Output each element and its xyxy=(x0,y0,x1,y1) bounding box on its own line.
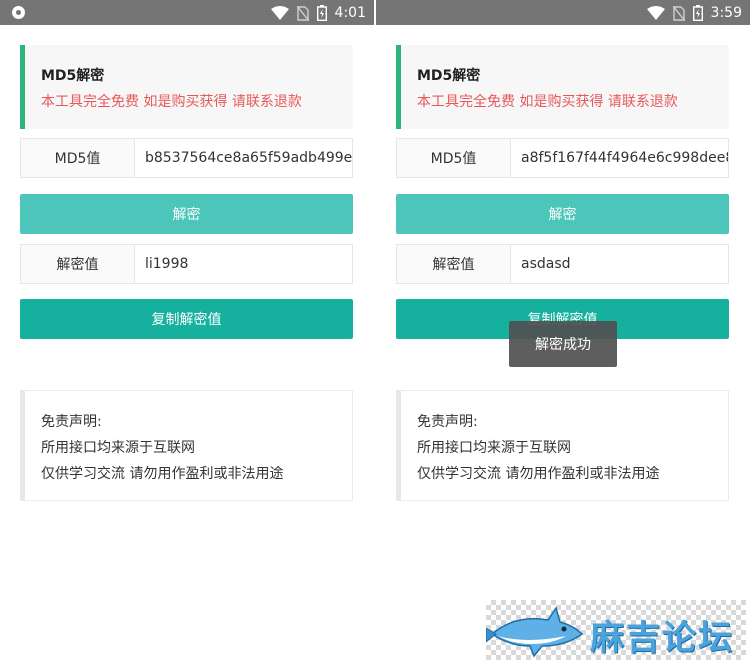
result-input[interactable]: li1998 xyxy=(145,245,352,283)
shark-logo-icon xyxy=(486,606,584,658)
battery-icon xyxy=(316,5,327,21)
status-time: 3:59 xyxy=(710,5,742,21)
result-field[interactable]: 解密值 li1998 xyxy=(20,244,353,284)
wifi-icon xyxy=(270,6,289,20)
status-bar: 4:01 xyxy=(0,0,374,25)
disclaimer-line: 仅供学习交流 请勿用作盈利或非法用途 xyxy=(417,466,660,482)
phone-screen-left: 4:01 MD5解密 本工具完全免费 如是购买获得 请联系退款 MD5值 b85… xyxy=(0,0,374,665)
no-sim-icon xyxy=(672,5,685,21)
notice-title: MD5解密 xyxy=(41,68,105,84)
disclaimer-line: 所用接口均来源于互联网 xyxy=(41,440,195,456)
md5-label: MD5值 xyxy=(21,139,135,177)
md5-field[interactable]: MD5值 b8537564ce8a65f59adb499e63 xyxy=(20,138,353,178)
notice-banner: MD5解密 本工具完全免费 如是购买获得 请联系退款 xyxy=(396,45,729,129)
copy-result-button[interactable]: 复制解密值 xyxy=(20,299,353,339)
wifi-icon xyxy=(646,6,665,20)
status-time: 4:01 xyxy=(334,5,366,21)
disclaimer-box: 免责声明: 所用接口均来源于互联网 仅供学习交流 请勿用作盈利或非法用途 xyxy=(396,390,729,501)
decrypt-button[interactable]: 解密 xyxy=(396,194,729,234)
battery-icon xyxy=(692,5,703,21)
result-input[interactable]: asdasd xyxy=(521,245,728,283)
md5-label: MD5值 xyxy=(397,139,511,177)
disclaimer-title: 免责声明: xyxy=(41,414,102,430)
disclaimer-line: 仅供学习交流 请勿用作盈利或非法用途 xyxy=(41,466,284,482)
result-field[interactable]: 解密值 asdasd xyxy=(396,244,729,284)
disclaimer-line: 所用接口均来源于互联网 xyxy=(417,440,571,456)
no-sim-icon xyxy=(296,5,309,21)
notice-title: MD5解密 xyxy=(417,68,481,84)
notice-banner: MD5解密 本工具完全免费 如是购买获得 请联系退款 xyxy=(20,45,353,129)
disclaimer-box: 免责声明: 所用接口均来源于互联网 仅供学习交流 请勿用作盈利或非法用途 xyxy=(20,390,353,501)
watermark-text: 麻吉论坛 xyxy=(590,618,734,658)
notice-subtitle: 本工具完全免费 如是购买获得 请联系退款 xyxy=(417,94,678,110)
result-label: 解密值 xyxy=(397,245,511,283)
circle-notification-icon xyxy=(12,6,25,19)
status-bar: 3:59 xyxy=(376,0,750,25)
notice-subtitle: 本工具完全免费 如是购买获得 请联系退款 xyxy=(41,94,302,110)
decrypt-button[interactable]: 解密 xyxy=(20,194,353,234)
md5-field[interactable]: MD5值 a8f5f167f44f4964e6c998dee82 xyxy=(396,138,729,178)
forum-watermark: 麻吉论坛 xyxy=(486,600,746,660)
success-toast: 解密成功 xyxy=(509,321,617,367)
phone-screen-right: 3:59 MD5解密 本工具完全免费 如是购买获得 请联系退款 MD5值 a8f… xyxy=(376,0,750,665)
md5-input[interactable]: a8f5f167f44f4964e6c998dee82 xyxy=(521,139,728,177)
disclaimer-title: 免责声明: xyxy=(417,414,478,430)
result-label: 解密值 xyxy=(21,245,135,283)
md5-input[interactable]: b8537564ce8a65f59adb499e63 xyxy=(145,139,352,177)
